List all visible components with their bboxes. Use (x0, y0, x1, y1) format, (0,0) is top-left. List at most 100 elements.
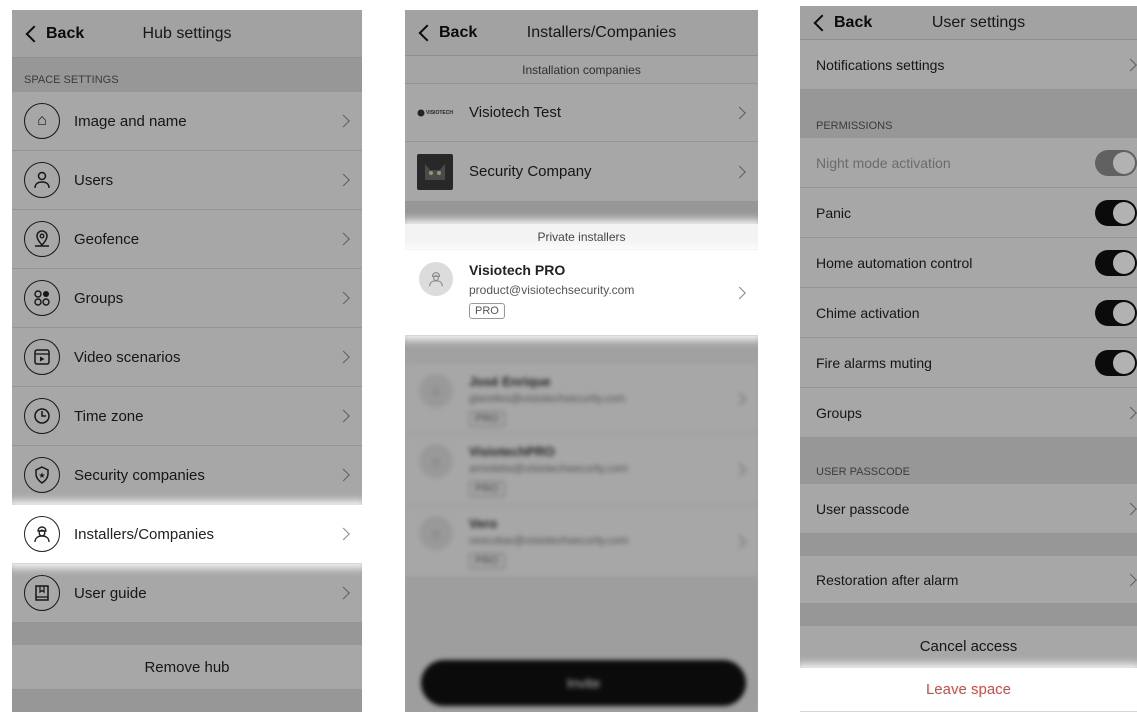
company-name: Security Company (469, 163, 592, 180)
user-passcode-item[interactable]: User passcode (800, 484, 1137, 534)
installer-avatar-icon: ☺ (419, 374, 453, 408)
installer-item-highlighted[interactable]: Visiotech PRO product@visiotechsecurity.… (405, 250, 758, 336)
leave-space-button[interactable]: Leave space (800, 668, 1137, 712)
cancel-access-button[interactable]: Cancel access (800, 626, 1137, 668)
remove-hub-button[interactable]: Remove hub (12, 645, 362, 690)
installer-item[interactable]: ☺ VisiotechPRO amiolebs@visiotechsecurit… (405, 434, 758, 506)
section-header: SPACE SETTINGS (12, 58, 362, 92)
logo-text: VISIOTECH (426, 109, 453, 116)
permission-night-mode: Night mode activation (800, 138, 1137, 188)
back-button[interactable]: Back (800, 14, 872, 32)
chevron-right-icon (337, 527, 350, 541)
item-label: Panic (816, 204, 852, 221)
installer-email: vescobar@visiotechsecurity.com (469, 535, 629, 547)
notifications-settings-item[interactable]: Notifications settings (800, 40, 1137, 90)
company-item[interactable]: VISIOTECH Visiotech Test (405, 84, 758, 142)
item-label: Time zone (74, 407, 144, 425)
chime-toggle[interactable] (1095, 299, 1137, 326)
item-label: Chime activation (816, 304, 920, 321)
chevron-right-icon (733, 535, 746, 548)
chevron-right-icon (337, 350, 350, 364)
home-icon: ⌂ (24, 103, 60, 139)
settings-item-geofence[interactable]: Geofence (12, 210, 362, 269)
svg-text:★: ★ (38, 471, 45, 480)
passcode-section: USER PASSCODE (800, 438, 1137, 484)
company-avatar (417, 153, 453, 190)
installer-item[interactable]: ☺ Vero vescobar@visiotechsecurity.com PR… (405, 506, 758, 578)
item-label: Notifications settings (816, 56, 945, 73)
settings-item-installers-companies[interactable]: Installers/Companies (12, 505, 362, 564)
company-item[interactable]: Security Company (405, 142, 758, 202)
settings-item-users[interactable]: Users (12, 151, 362, 210)
settings-item-time-zone[interactable]: Time zone (12, 387, 362, 446)
item-label: Geofence (74, 230, 140, 248)
header: Back User settings (800, 6, 1137, 40)
installer-name: José Enrique (469, 374, 551, 389)
panic-toggle[interactable] (1095, 199, 1137, 226)
settings-item-user-guide[interactable]: User guide (12, 564, 362, 623)
item-label: Video scenarios (74, 348, 181, 366)
geofence-icon (24, 221, 60, 257)
back-button[interactable]: Back (405, 24, 477, 42)
user-settings-screen: Back User settings Notifications setting… (800, 6, 1137, 712)
chevron-left-icon (418, 24, 436, 41)
permission-home-automation: Home automation control (800, 238, 1137, 288)
chevron-right-icon (733, 463, 746, 476)
chevron-right-icon (337, 232, 350, 246)
item-label: Night mode activation (816, 154, 951, 171)
section-label: Private installers (537, 229, 626, 244)
chevron-right-icon (1124, 573, 1137, 586)
user-icon (24, 162, 60, 198)
video-icon (24, 339, 60, 375)
item-label: Image and name (74, 112, 187, 130)
back-button[interactable]: Back (12, 25, 84, 43)
groups-item[interactable]: Groups (800, 388, 1137, 438)
company-name: Visiotech Test (469, 104, 561, 121)
pro-badge: PRO (469, 303, 505, 319)
installer-email: product@visiotechsecurity.com (469, 283, 635, 297)
section-header: Installation companies (405, 56, 758, 84)
item-label: Home automation control (816, 254, 973, 271)
restoration-item[interactable]: Restoration after alarm (800, 556, 1137, 604)
spacer (800, 604, 1137, 626)
item-label: Installers/Companies (74, 525, 215, 543)
cancel-access-label: Cancel access (919, 638, 1018, 655)
settings-item-security-companies[interactable]: ★ Security companies (12, 446, 362, 505)
chevron-left-icon (813, 14, 831, 31)
spacer (12, 690, 362, 712)
chevron-right-icon (1124, 406, 1137, 419)
installer-item[interactable]: ☺ José Enrique gtarelles@visiotechsecuri… (405, 364, 758, 434)
spacer (800, 534, 1137, 556)
groups-icon (24, 280, 60, 316)
chevron-right-icon (337, 468, 350, 482)
invite-button[interactable]: Invite (421, 660, 746, 706)
hub-settings-screen: Back Hub settings SPACE SETTINGS ⌂ Image… (12, 10, 362, 712)
item-label: User guide (74, 584, 147, 602)
chevron-right-icon (733, 106, 746, 119)
fire-alarms-toggle[interactable] (1095, 349, 1137, 376)
installer-avatar-icon: ☺ (419, 516, 453, 550)
night-mode-toggle[interactable] (1095, 149, 1137, 176)
chevron-right-icon (337, 114, 350, 128)
spacer (405, 202, 758, 224)
back-label: Back (834, 13, 873, 31)
item-label: Restoration after alarm (816, 571, 959, 588)
settings-item-image-name[interactable]: ⌂ Image and name (12, 92, 362, 151)
chevron-left-icon (25, 25, 43, 42)
chevron-right-icon (733, 286, 746, 299)
home-automation-toggle[interactable] (1095, 249, 1137, 276)
chevron-right-icon (733, 165, 746, 178)
item-label: Groups (816, 404, 862, 421)
installer-icon (24, 516, 60, 552)
shield-icon: ★ (24, 457, 60, 493)
company-logo: VISIOTECH (417, 109, 453, 117)
settings-item-video-scenarios[interactable]: Video scenarios (12, 328, 362, 387)
installer-avatar-icon: ☺ (419, 444, 453, 478)
installer-email: gtarelles@visiotechsecurity.com (469, 393, 626, 405)
chevron-right-icon (1124, 502, 1137, 515)
leave-space-label: Leave space (925, 681, 1012, 698)
permission-fire-alarms: Fire alarms muting (800, 338, 1137, 388)
private-installers-header: Private installers (405, 224, 758, 250)
settings-item-groups[interactable]: Groups (12, 269, 362, 328)
back-label: Back (46, 24, 85, 42)
